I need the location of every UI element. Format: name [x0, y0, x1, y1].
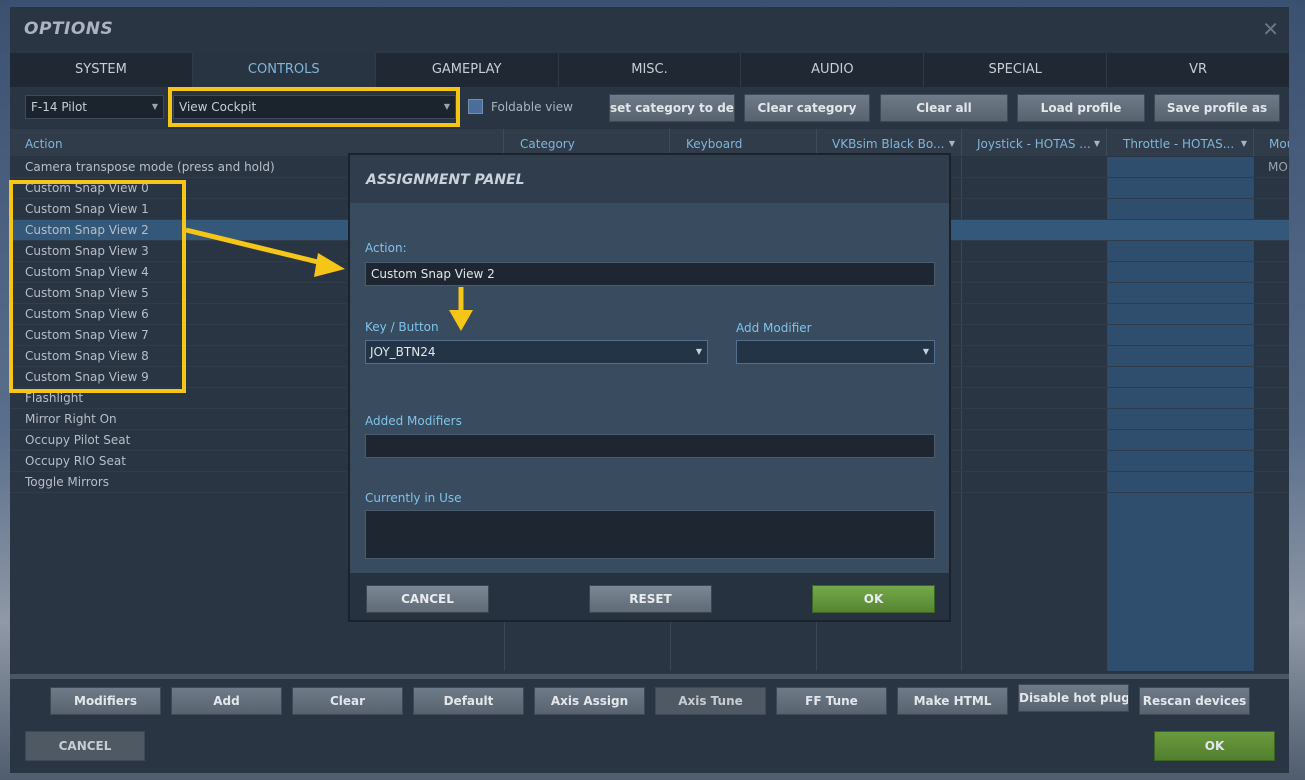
add-button[interactable]: Add [171, 687, 282, 715]
column-header-keyboard-label: Keyboard [686, 137, 743, 151]
window-title: OPTIONS [24, 19, 114, 39]
column-header-joystick[interactable]: Joystick - HOTAS ... ▼ [971, 129, 1107, 156]
chevron-down-icon: ▼ [695, 347, 702, 356]
aircraft-select-value: F-14 Pilot [31, 100, 88, 114]
chevron-down-icon: ▼ [1093, 139, 1100, 148]
tab-system[interactable]: SYSTEM [10, 53, 193, 87]
chevron-down-icon: ▼ [1240, 139, 1247, 148]
chevron-down-icon: ▼ [948, 139, 955, 148]
row-action: Toggle Mirrors [25, 475, 110, 489]
reset-category-button[interactable]: set category to defa [609, 94, 735, 122]
tab-controls[interactable]: CONTROLS [192, 53, 376, 87]
column-header-throttle[interactable]: Throttle - HOTAS... ▼ [1117, 129, 1254, 156]
bottom-button-bar: Modifiers Add Clear Default Axis Assign … [10, 684, 1289, 717]
chevron-down-icon: ▼ [151, 102, 158, 111]
dialog-ok-button[interactable]: OK [812, 585, 935, 613]
tab-special[interactable]: SPECIAL [924, 53, 1108, 87]
key-button-label: Key / Button [365, 320, 439, 334]
chevron-down-icon: ▼ [922, 347, 929, 356]
row-action: Occupy Pilot Seat [25, 433, 131, 447]
column-header-category-label: Category [520, 137, 575, 151]
cancel-button[interactable]: CANCEL [25, 731, 145, 761]
tab-misc[interactable]: MISC. [559, 53, 742, 87]
axis-assign-button[interactable]: Axis Assign [534, 687, 645, 715]
aircraft-select[interactable]: F-14 Pilot ▼ [25, 95, 164, 119]
action-field[interactable]: Custom Snap View 2 [365, 262, 935, 286]
clear-category-button[interactable]: Clear category [744, 94, 870, 122]
modifiers-button[interactable]: Modifiers [50, 687, 161, 715]
row-action: Camera transpose mode (press and hold) [25, 160, 275, 174]
snap-view-rows-highlight [9, 180, 186, 393]
dialog-cancel-button[interactable]: CANCEL [366, 585, 489, 613]
ff-tune-button[interactable]: FF Tune [776, 687, 887, 715]
clear-all-button[interactable]: Clear all [880, 94, 1008, 122]
grid-header: Action Category Keyboard VKBsim Black Bo… [10, 129, 1289, 156]
clear-button[interactable]: Clear [292, 687, 403, 715]
add-modifier-select[interactable]: ▼ [736, 340, 935, 364]
column-header-keyboard[interactable]: Keyboard [680, 129, 817, 156]
dialog-content: Action: Custom Snap View 2 Key / Button … [350, 203, 949, 573]
assignment-panel: ASSIGNMENT PANEL Action: Custom Snap Vie… [348, 153, 951, 622]
key-button-select[interactable]: JOY_BTN24 ▼ [365, 340, 708, 364]
rescan-devices-button[interactable]: Rescan devices [1139, 687, 1250, 715]
currently-in-use-field [365, 510, 935, 559]
foldable-view-label: Foldable view [491, 100, 573, 114]
currently-in-use-label: Currently in Use [365, 491, 462, 505]
column-header-action[interactable]: Action [10, 129, 504, 156]
close-icon[interactable]: ✕ [1262, 17, 1279, 41]
key-button-value: JOY_BTN24 [370, 345, 436, 359]
column-header-joystick-label: Joystick - HOTAS ... [977, 137, 1091, 151]
row-mouse: MO [1268, 160, 1288, 174]
dialog-footer: CANCEL RESET OK [350, 573, 949, 620]
disable-hot-plug-button[interactable]: Disable hot plug [1018, 684, 1129, 712]
column-header-category[interactable]: Category [514, 129, 670, 156]
tab-audio[interactable]: AUDIO [741, 53, 925, 87]
save-profile-as-button[interactable]: Save profile as [1154, 94, 1280, 122]
column-header-action-label: Action [25, 137, 63, 151]
category-select-highlight [168, 87, 460, 127]
tab-bar: SYSTEM CONTROLS GAMEPLAY MISC. AUDIO SPE… [10, 53, 1289, 87]
dialog-title: ASSIGNMENT PANEL [366, 172, 525, 188]
tab-vr[interactable]: VR [1107, 53, 1289, 87]
column-header-throttle-label: Throttle - HOTAS... [1123, 137, 1235, 151]
row-action: Occupy RIO Seat [25, 454, 126, 468]
add-modifier-label: Add Modifier [736, 321, 812, 335]
column-header-mouse[interactable]: Mou [1263, 129, 1289, 156]
ok-button[interactable]: OK [1154, 731, 1275, 761]
column-header-vkb-label: VKBsim Black Bo... [832, 137, 945, 151]
dialog-reset-button[interactable]: RESET [589, 585, 712, 613]
make-html-button[interactable]: Make HTML [897, 687, 1008, 715]
action-label: Action: [365, 241, 407, 255]
load-profile-button[interactable]: Load profile [1017, 94, 1145, 122]
column-header-vkb[interactable]: VKBsim Black Bo... ▼ [826, 129, 962, 156]
column-header-mouse-label: Mou [1269, 137, 1289, 151]
foldable-view-checkbox[interactable] [468, 99, 483, 114]
row-action: Mirror Right On [25, 412, 117, 426]
default-button[interactable]: Default [413, 687, 524, 715]
added-modifiers-field[interactable] [365, 434, 935, 458]
added-modifiers-label: Added Modifiers [365, 414, 462, 428]
horizontal-scrollbar[interactable] [10, 674, 1289, 679]
axis-tune-button[interactable]: Axis Tune [655, 687, 766, 715]
tab-gameplay[interactable]: GAMEPLAY [376, 53, 559, 87]
options-footer: CANCEL OK [10, 731, 1289, 765]
